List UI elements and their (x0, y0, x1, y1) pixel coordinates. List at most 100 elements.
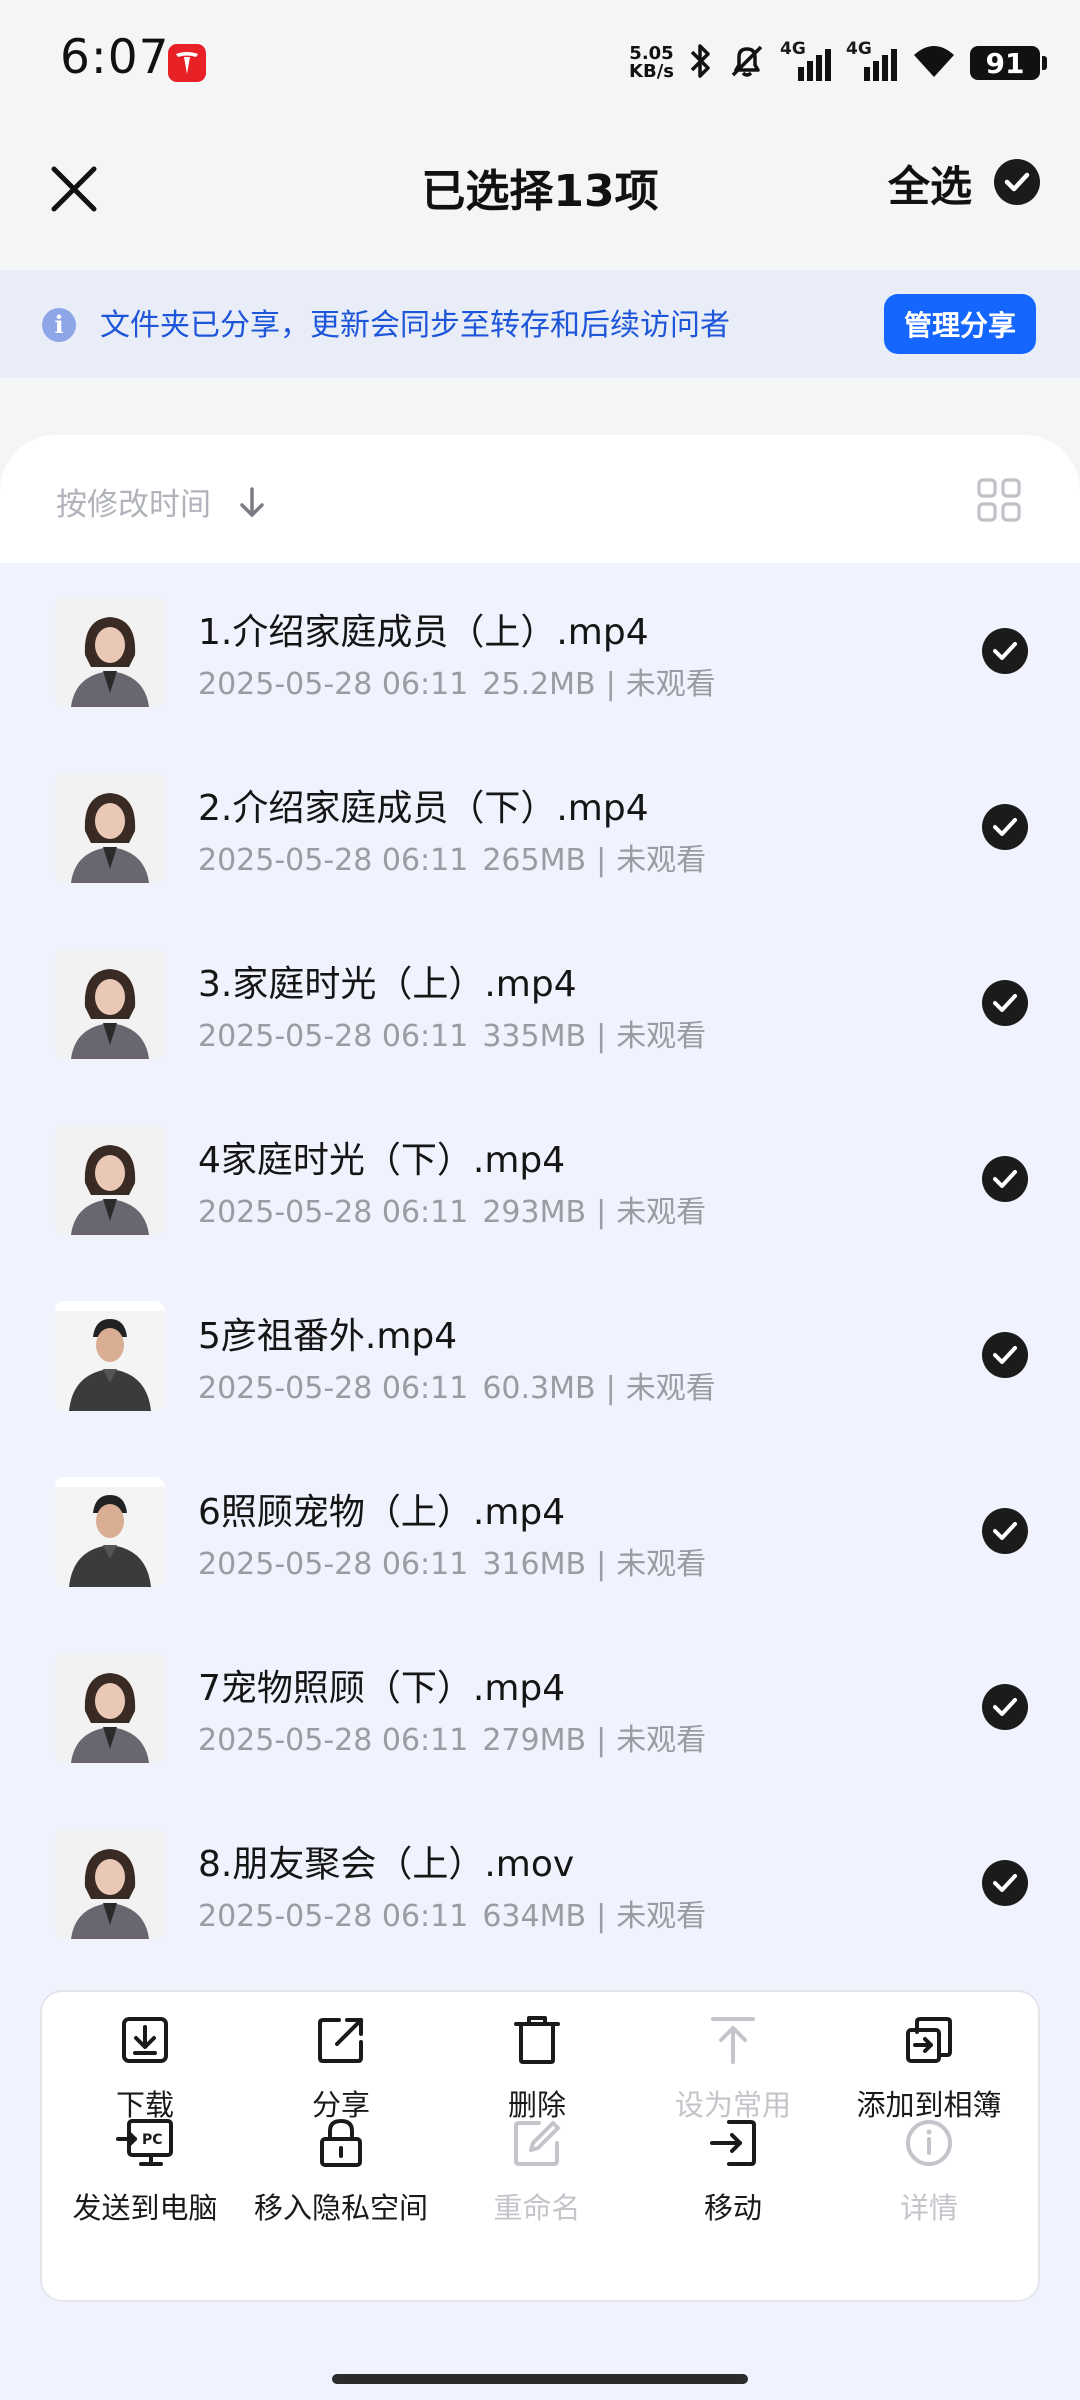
file-date: 2025-05-28 06:11 (198, 1371, 469, 1406)
watch-status: 未观看 (616, 1547, 707, 1582)
selected-check-icon[interactable] (982, 804, 1028, 850)
meta-separator: | (596, 1195, 607, 1230)
file-name: 4家庭时光（下）.mp4 (198, 1140, 566, 1181)
share-action[interactable]: 分享 (241, 2014, 441, 2124)
file-meta: 2025-05-28 06:11 316MB | 未观看 (198, 1539, 706, 1583)
status-time: 6:07 (60, 30, 170, 85)
file-name: 5彦祖番外.mp4 (198, 1316, 458, 1357)
pin-top-icon (633, 2014, 833, 2068)
sort-bar: 按修改时间 (0, 435, 1080, 563)
meta-separator: | (596, 1899, 607, 1934)
action-label: 重命名 (493, 2191, 581, 2225)
selected-check-icon[interactable] (982, 1332, 1028, 1378)
info-action: 详情 (829, 2117, 1029, 2227)
send-to-pc-action[interactable]: PC 发送到电脑 (45, 2117, 245, 2227)
file-row[interactable]: 3.家庭时光（上）.mp4 2025-05-28 06:11 335MB | 未观看 (0, 915, 1080, 1091)
select-all-label: 全选 (887, 162, 972, 211)
delete-action[interactable]: 删除 (437, 2014, 637, 2124)
add-to-album-icon (829, 2014, 1029, 2068)
sort-by-modified-time[interactable]: 按修改时间 (56, 479, 211, 524)
share-notice-banner: i 文件夹已分享，更新会同步至转存和后续访问者 管理分享 (0, 270, 1080, 378)
selected-check-icon[interactable] (982, 1684, 1028, 1730)
file-row[interactable]: 6照顾宠物（上）.mp4 2025-05-28 06:11 316MB | 未观看 (0, 1443, 1080, 1619)
file-size: 60.3MB (482, 1371, 596, 1406)
select-all-check-icon (994, 158, 1040, 209)
manage-share-button[interactable]: 管理分享 (884, 294, 1036, 354)
selection-header: 已选择13项 全选 (0, 125, 1080, 270)
video-thumbnail (55, 597, 165, 707)
file-name: 2.介绍家庭成员（下）.mp4 (198, 788, 649, 829)
watch-status: 未观看 (616, 1195, 707, 1230)
tesla-app-icon (168, 44, 206, 82)
add-to-album-action[interactable]: 添加到相簿 (829, 2014, 1029, 2124)
select-all-button[interactable]: 全选 (888, 153, 1040, 214)
video-thumbnail (55, 949, 165, 1059)
status-bar: 6:07 5.05 KB/s 4G 4G 91 (0, 0, 1080, 125)
home-indicator (332, 2374, 748, 2384)
lock-action[interactable]: 移入隐私空间 (241, 2117, 441, 2227)
watch-status: 未观看 (616, 1723, 707, 1758)
file-meta: 2025-05-28 06:11 634MB | 未观看 (198, 1891, 706, 1935)
file-row[interactable]: 5彦祖番外.mp4 2025-05-28 06:11 60.3MB | 未观看 (0, 1267, 1080, 1443)
download-action[interactable]: 下载 (45, 2014, 245, 2124)
download-icon (45, 2014, 245, 2068)
sort-down-arrow-icon[interactable] (237, 485, 267, 523)
selected-check-icon[interactable] (982, 980, 1028, 1026)
meta-separator: | (596, 1547, 607, 1582)
file-size: 335MB (482, 1019, 587, 1054)
bottom-action-sheet: 下载 分享 删除 设为常用 添加到相簿 PC 发送到电脑 移入隐私空间 重命名 移动 详情 (40, 1990, 1040, 2302)
file-row[interactable]: 4家庭时光（下）.mp4 2025-05-28 06:11 293MB | 未观看 (0, 1091, 1080, 1267)
file-meta: 2025-05-28 06:11 293MB | 未观看 (198, 1187, 706, 1231)
send-to-pc-icon: PC (45, 2117, 245, 2171)
file-row[interactable]: 2.介绍家庭成员（下）.mp4 2025-05-28 06:11 265MB | 未观看 (0, 739, 1080, 915)
file-name: 8.朋友聚会（上）.mov (198, 1844, 575, 1885)
meta-separator: | (596, 1019, 607, 1054)
selected-check-icon[interactable] (982, 628, 1028, 674)
selected-check-icon[interactable] (982, 1860, 1028, 1906)
move-action[interactable]: 移动 (633, 2117, 833, 2227)
action-label: 详情 (899, 2191, 958, 2225)
file-meta: 2025-05-28 06:11 279MB | 未观看 (198, 1715, 706, 1759)
file-name: 3.家庭时光（上）.mp4 (198, 964, 577, 1005)
file-row[interactable]: 1.介绍家庭成员（上）.mp4 2025-05-28 06:11 25.2MB | 未观… (0, 563, 1080, 739)
watch-status: 未观看 (625, 667, 716, 702)
file-date: 2025-05-28 06:11 (198, 1899, 469, 1934)
share-notice-text: 文件夹已分享，更新会同步至转存和后续访问者 (100, 308, 730, 343)
wifi-icon (912, 43, 956, 83)
rename-icon (437, 2117, 637, 2171)
file-size: 25.2MB (482, 667, 596, 702)
video-thumbnail (55, 1653, 165, 1763)
file-date: 2025-05-28 06:11 (198, 1723, 469, 1758)
file-size: 293MB (482, 1195, 587, 1230)
meta-separator: | (605, 1371, 616, 1406)
file-row[interactable]: 7宠物照顾（下）.mp4 2025-05-28 06:11 279MB | 未观看 (0, 1619, 1080, 1795)
mute-bell-icon (728, 42, 766, 84)
file-list: 1.介绍家庭成员（上）.mp4 2025-05-28 06:11 25.2MB | 未观… (0, 563, 1080, 1971)
file-size: 634MB (482, 1899, 587, 1934)
file-date: 2025-05-28 06:11 (198, 843, 469, 878)
network-speed: 5.05 KB/s (629, 45, 674, 81)
bluetooth-icon (688, 43, 714, 83)
info-icon (829, 2117, 1029, 2171)
meta-separator: | (596, 1723, 607, 1758)
svg-text:PC: PC (142, 2132, 163, 2148)
file-meta: 2025-05-28 06:11 335MB | 未观看 (198, 1011, 706, 1055)
info-icon: i (42, 308, 76, 342)
selected-check-icon[interactable] (982, 1156, 1028, 1202)
file-name: 6照顾宠物（上）.mp4 (198, 1492, 566, 1533)
file-size: 265MB (482, 843, 587, 878)
status-indicators: 5.05 KB/s 4G 4G 91 (629, 38, 1047, 88)
rename-action: 重命名 (437, 2117, 637, 2227)
action-label: 发送到电脑 (72, 2191, 218, 2225)
file-name: 7宠物照顾（下）.mp4 (198, 1668, 566, 1709)
move-icon (633, 2117, 833, 2171)
file-meta: 2025-05-28 06:11 265MB | 未观看 (198, 835, 706, 879)
grid-view-icon[interactable] (976, 477, 1022, 527)
video-thumbnail (55, 1477, 165, 1587)
meta-separator: | (596, 843, 607, 878)
file-row[interactable]: 8.朋友聚会（上）.mov 2025-05-28 06:11 634MB | 未观看 (0, 1795, 1080, 1971)
meta-separator: | (605, 667, 616, 702)
selected-check-icon[interactable] (982, 1508, 1028, 1554)
lock-icon (241, 2117, 441, 2171)
file-name: 1.介绍家庭成员（上）.mp4 (198, 612, 649, 653)
